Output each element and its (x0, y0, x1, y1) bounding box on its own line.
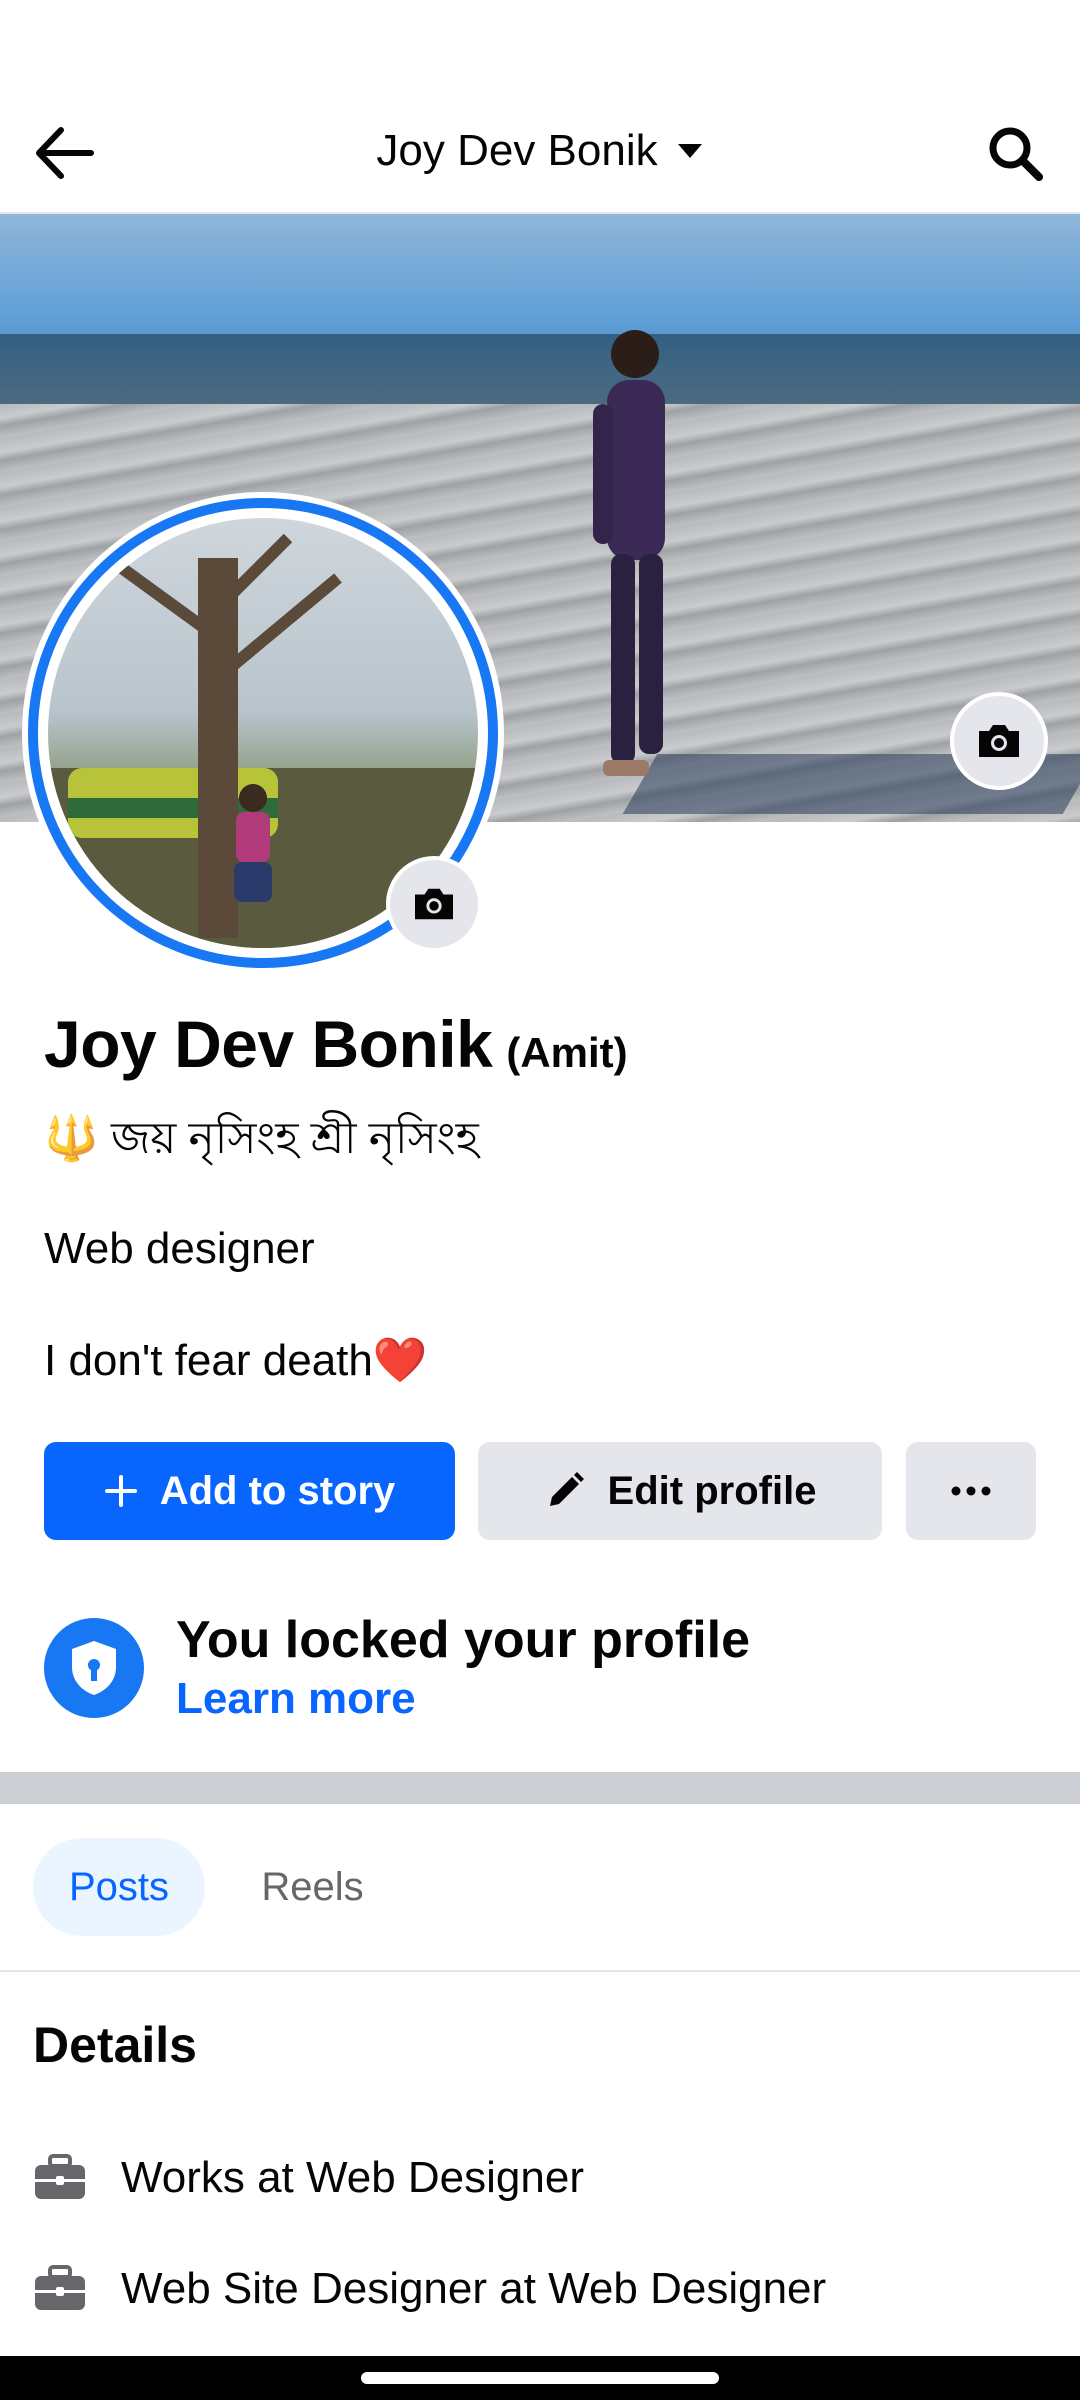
add-to-story-button[interactable]: Add to story (44, 1442, 455, 1540)
add-to-story-label: Add to story (159, 1468, 396, 1513)
top-app-bar: Joy Dev Bonik (0, 90, 1080, 214)
edit-cover-photo-button[interactable] (950, 692, 1048, 790)
learn-more-link[interactable]: Learn more (176, 1674, 416, 1724)
lock-notice-title: You locked your profile (176, 1611, 751, 1669)
section-divider (0, 1772, 1080, 1804)
status-bar (0, 0, 1080, 90)
camera-icon (979, 725, 1019, 757)
profile-name-line: Joy Dev Bonik (Amit) (44, 1006, 628, 1082)
search-button[interactable] (980, 118, 1050, 188)
profile-lock-notice: You locked your profile Learn more (44, 1610, 1044, 1730)
cover-sea (0, 334, 1080, 404)
profile-alternate-name: (Amit) (506, 1029, 628, 1076)
profile-tabs: Posts Reels (0, 1804, 1080, 1972)
plus-icon (104, 1475, 137, 1507)
page-title: Joy Dev Bonik (376, 126, 658, 175)
edit-profile-button[interactable]: Edit profile (478, 1442, 882, 1540)
caret-down-icon (677, 144, 702, 158)
ellipsis-icon (951, 1486, 991, 1496)
bio-line: I don't fear death❤️ (44, 1336, 428, 1385)
edit-profile-label: Edit profile (607, 1468, 817, 1513)
camera-icon (415, 888, 453, 920)
briefcase-icon (35, 2265, 85, 2310)
detail-text: Works at Web Designer (121, 2153, 584, 2202)
tab-posts[interactable]: Posts (33, 1838, 205, 1936)
cover-person-figure (593, 330, 665, 776)
edit-profile-picture-button[interactable] (386, 856, 482, 952)
detail-item: Web Site Designer at Web Designer (33, 2254, 826, 2324)
bio-line: Web designer (44, 1224, 315, 1273)
shield-lock-icon (44, 1618, 144, 1718)
details-heading: Details (33, 2017, 197, 2073)
tab-reels[interactable]: Reels (230, 1838, 395, 1936)
pencil-icon (549, 1472, 584, 1506)
search-icon (989, 127, 1043, 181)
profile-name: Joy Dev Bonik (44, 1007, 493, 1081)
detail-text: Web Site Designer at Web Designer (121, 2264, 827, 2313)
more-options-button[interactable] (906, 1442, 1036, 1540)
detail-item: Works at Web Designer (33, 2143, 584, 2213)
bio-line: 🔱 জয় নৃসিংহ শ্রী নৃসিংহ (44, 1114, 479, 1163)
briefcase-icon (35, 2154, 85, 2199)
profile-switcher[interactable]: Joy Dev Bonik (0, 126, 1080, 176)
home-indicator[interactable] (361, 2372, 719, 2384)
